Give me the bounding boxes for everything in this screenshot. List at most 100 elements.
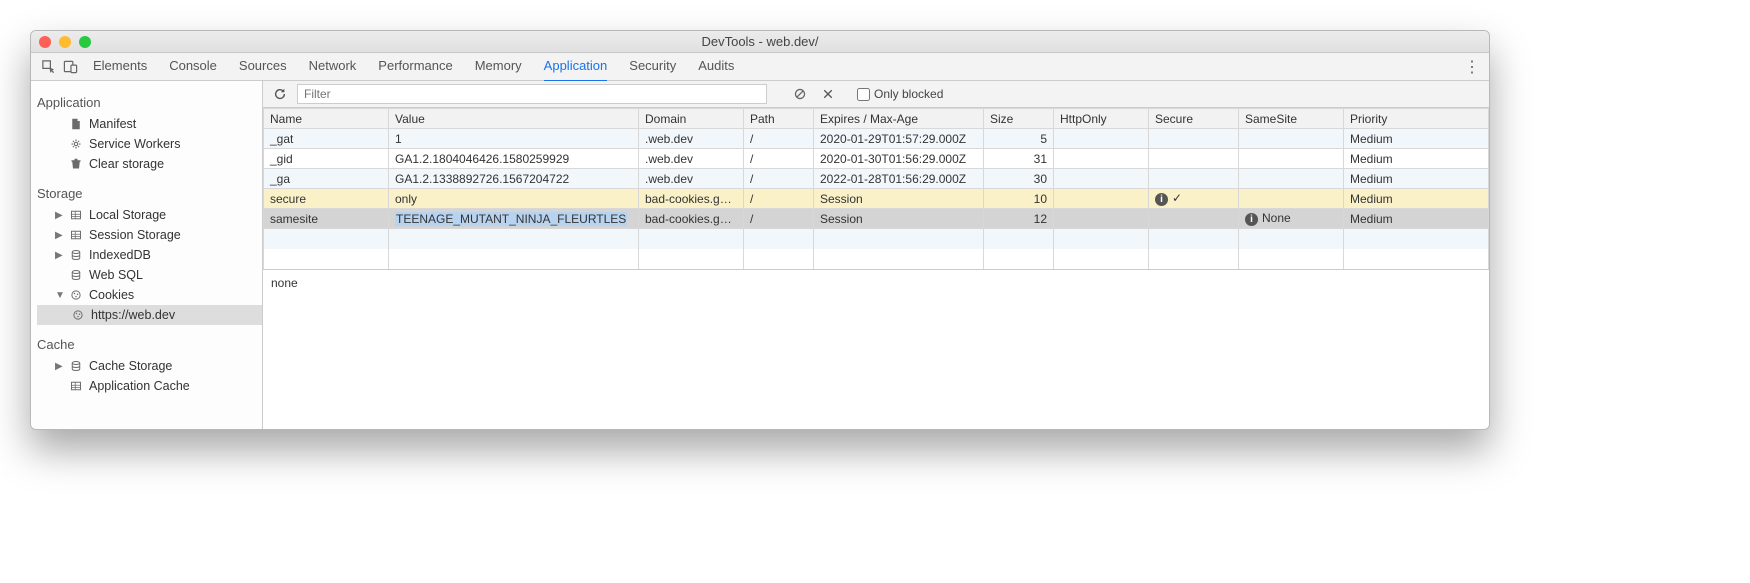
table-row-empty [264, 229, 1489, 249]
cell[interactable]: .web.dev [639, 129, 744, 149]
cell[interactable] [1054, 129, 1149, 149]
cell[interactable]: secure [264, 189, 389, 209]
cell[interactable]: Session [814, 209, 984, 229]
tab-security[interactable]: Security [629, 51, 676, 82]
cell[interactable]: 31 [984, 149, 1054, 169]
sidebar-item-label: https://web.dev [91, 308, 175, 322]
cell[interactable]: GA1.2.1338892726.1567204722 [389, 169, 639, 189]
cell[interactable] [1149, 129, 1239, 149]
col-path[interactable]: Path [744, 109, 814, 129]
tab-network[interactable]: Network [309, 51, 357, 82]
tab-memory[interactable]: Memory [475, 51, 522, 82]
cell[interactable] [1054, 189, 1149, 209]
db-grid-icon [69, 209, 83, 221]
more-menu-icon[interactable]: ⋮ [1461, 57, 1483, 77]
tab-application[interactable]: Application [544, 51, 608, 82]
sidebar-item-service-workers[interactable]: Service Workers [37, 134, 262, 154]
cell[interactable] [1149, 209, 1239, 229]
col-httponly[interactable]: HttpOnly [1054, 109, 1149, 129]
cell[interactable]: Medium [1344, 129, 1489, 149]
cell[interactable]: / [744, 129, 814, 149]
cell[interactable]: _ga [264, 169, 389, 189]
cell[interactable] [1239, 169, 1344, 189]
cell[interactable]: 2020-01-29T01:57:29.000Z [814, 129, 984, 149]
trash-icon [69, 158, 83, 170]
cell[interactable] [1239, 149, 1344, 169]
sidebar-item-application-cache[interactable]: Application Cache [37, 376, 262, 396]
device-toggle-icon[interactable] [59, 56, 81, 78]
cell[interactable]: .web.dev [639, 169, 744, 189]
window-title: DevTools - web.dev/ [31, 34, 1489, 49]
sidebar-item-cache-storage[interactable]: ▶Cache Storage [37, 356, 262, 376]
cell[interactable]: Medium [1344, 169, 1489, 189]
cell[interactable]: / [744, 209, 814, 229]
cell[interactable]: / [744, 149, 814, 169]
cell[interactable]: bad-cookies.g… [639, 189, 744, 209]
cell[interactable]: 5 [984, 129, 1054, 149]
cell[interactable]: samesite [264, 209, 389, 229]
tab-elements[interactable]: Elements [93, 51, 147, 82]
cell[interactable] [1239, 129, 1344, 149]
cell[interactable]: 10 [984, 189, 1054, 209]
tab-sources[interactable]: Sources [239, 51, 287, 82]
col-size[interactable]: Size [984, 109, 1054, 129]
table-row[interactable]: _gaGA1.2.1338892726.1567204722.web.dev/2… [264, 169, 1489, 189]
tab-audits[interactable]: Audits [698, 51, 734, 82]
cell[interactable]: _gid [264, 149, 389, 169]
only-blocked-checkbox[interactable]: Only blocked [857, 87, 943, 101]
col-samesite[interactable]: SameSite [1239, 109, 1344, 129]
cell[interactable] [1054, 209, 1149, 229]
sidebar-item-session-storage[interactable]: ▶Session Storage [37, 225, 262, 245]
cell[interactable]: 30 [984, 169, 1054, 189]
table-row[interactable]: _gat1.web.dev/2020-01-29T01:57:29.000Z5 M… [264, 129, 1489, 149]
cell[interactable]: Medium [1344, 149, 1489, 169]
cell[interactable]: iNone [1239, 209, 1344, 229]
sidebar-item-https-web-dev[interactable]: https://web.dev [37, 305, 262, 325]
cell[interactable] [1149, 149, 1239, 169]
cell[interactable] [1054, 149, 1149, 169]
inspect-icon[interactable] [37, 56, 59, 78]
cell[interactable]: only [389, 189, 639, 209]
col-secure[interactable]: Secure [1149, 109, 1239, 129]
table-row[interactable]: samesiteTEENAGE_MUTANT_NINJA_FLEURTLESba… [264, 209, 1489, 229]
sidebar-item-web-sql[interactable]: Web SQL [37, 265, 262, 285]
filter-input[interactable] [297, 84, 767, 104]
col-expires-max-age[interactable]: Expires / Max-Age [814, 109, 984, 129]
sidebar-item-indexeddb[interactable]: ▶IndexedDB [37, 245, 262, 265]
cell[interactable]: _gat [264, 129, 389, 149]
cell[interactable] [1149, 169, 1239, 189]
col-name[interactable]: Name [264, 109, 389, 129]
cell[interactable]: / [744, 169, 814, 189]
cell[interactable]: i✓ [1149, 189, 1239, 209]
cell[interactable]: 2020-01-30T01:56:29.000Z [814, 149, 984, 169]
sidebar-item-label: Service Workers [89, 137, 180, 151]
cell[interactable]: Medium [1344, 189, 1489, 209]
cell[interactable]: Session [814, 189, 984, 209]
cell[interactable]: GA1.2.1804046426.1580259929 [389, 149, 639, 169]
cell[interactable]: Medium [1344, 209, 1489, 229]
sidebar-item-clear-storage[interactable]: Clear storage [37, 154, 262, 174]
sidebar-item-local-storage[interactable]: ▶Local Storage [37, 205, 262, 225]
table-row[interactable]: secureonlybad-cookies.g…/Session10 i✓ Medi… [264, 189, 1489, 209]
cell[interactable]: .web.dev [639, 149, 744, 169]
refresh-icon[interactable] [269, 83, 291, 105]
cell[interactable]: 12 [984, 209, 1054, 229]
tab-performance[interactable]: Performance [378, 51, 452, 82]
sidebar-item-cookies[interactable]: ▼Cookies [37, 285, 262, 305]
cell[interactable]: 1 [389, 129, 639, 149]
table-row[interactable]: _gidGA1.2.1804046426.1580259929.web.dev/… [264, 149, 1489, 169]
cell[interactable] [1239, 189, 1344, 209]
col-priority[interactable]: Priority [1344, 109, 1489, 129]
cell[interactable] [1054, 169, 1149, 189]
cell[interactable]: bad-cookies.g… [639, 209, 744, 229]
clear-all-icon[interactable] [789, 83, 811, 105]
sidebar-item-manifest[interactable]: Manifest [37, 114, 262, 134]
tab-console[interactable]: Console [169, 51, 217, 82]
cell[interactable]: TEENAGE_MUTANT_NINJA_FLEURTLES [389, 209, 639, 229]
cookies-table[interactable]: NameValueDomainPathExpires / Max-AgeSize… [263, 108, 1489, 269]
cell[interactable]: 2022-01-28T01:56:29.000Z [814, 169, 984, 189]
col-value[interactable]: Value [389, 109, 639, 129]
delete-selected-icon[interactable] [817, 83, 839, 105]
cell[interactable]: / [744, 189, 814, 209]
col-domain[interactable]: Domain [639, 109, 744, 129]
